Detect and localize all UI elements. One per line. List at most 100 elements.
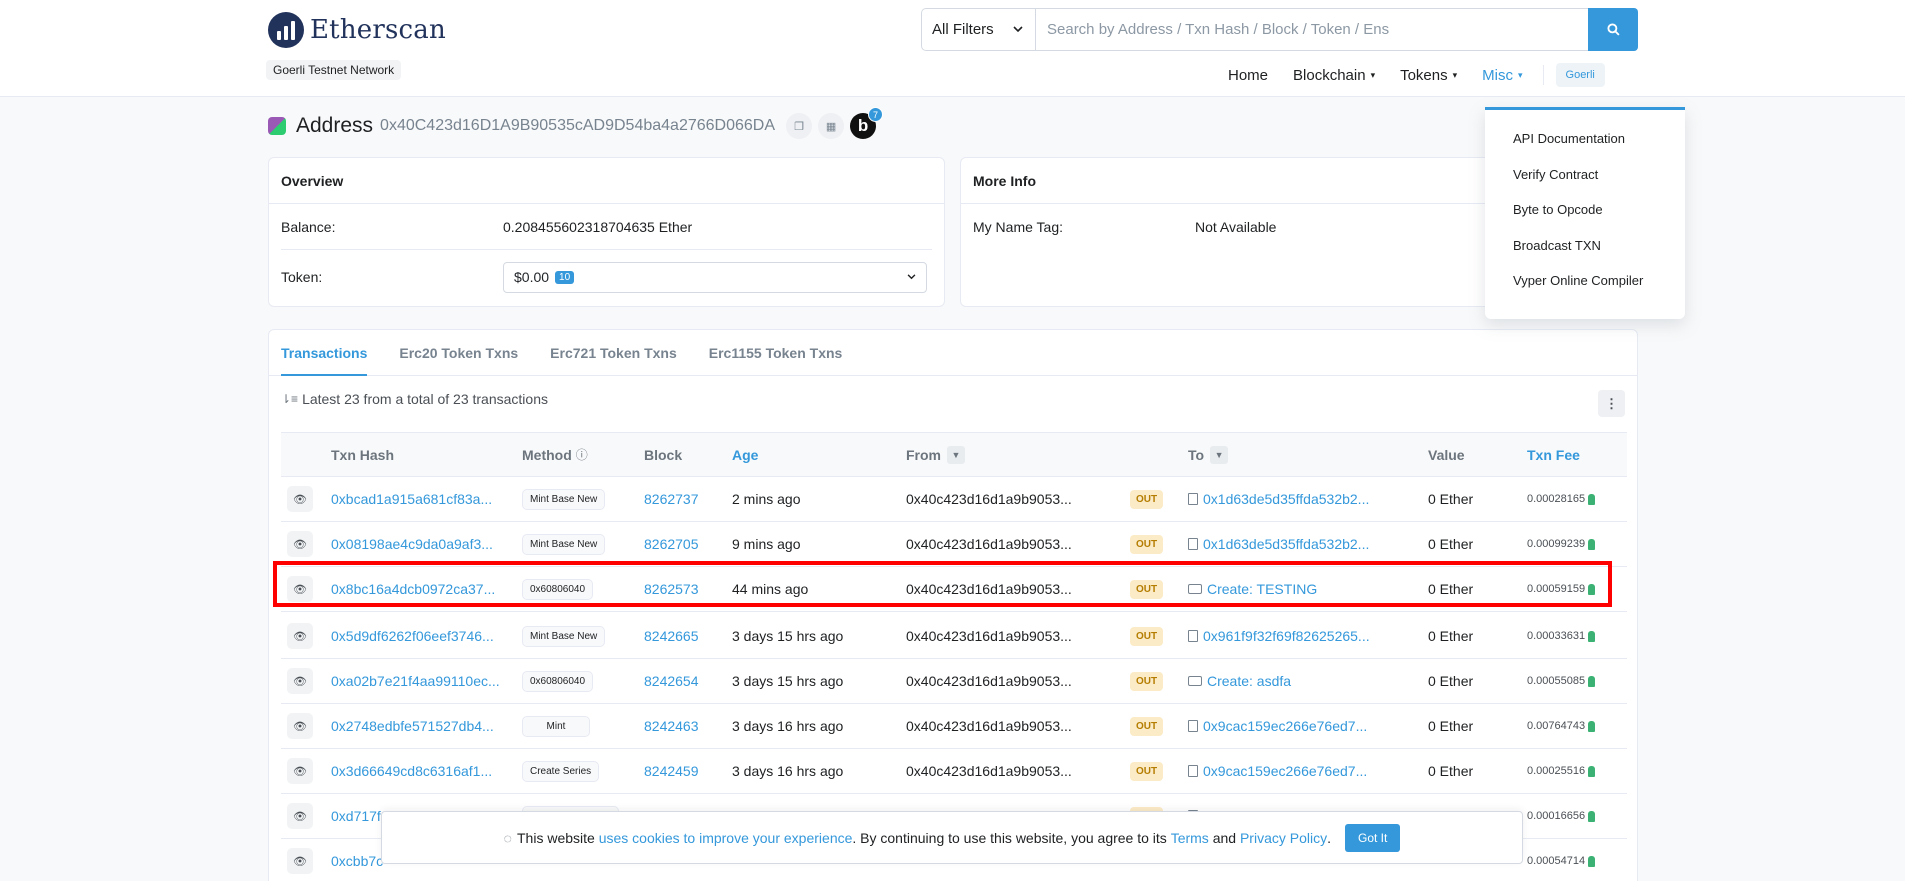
view-details-button[interactable]: 👁: [287, 486, 313, 512]
tab-erc721-token-txns[interactable]: Erc721 Token Txns: [550, 330, 677, 375]
view-details-button[interactable]: 👁: [287, 758, 313, 784]
to-cell: 0x9cac159ec266e76ed7...: [1188, 704, 1367, 748]
filter-select[interactable]: All Filters: [922, 9, 1036, 50]
block-link[interactable]: 8242654: [644, 659, 699, 703]
nav-misc[interactable]: Misc ▾: [1482, 67, 1522, 84]
to-address-link[interactable]: 0x1d63de5d35ffda532b2...: [1203, 491, 1369, 507]
txn-hash-link[interactable]: 0xcbb7c: [331, 839, 383, 881]
value-cell: 0 Ether: [1428, 628, 1474, 644]
privacy-policy-link[interactable]: Privacy Policy: [1240, 830, 1327, 846]
balance-value: 0.208455602318704635 Ether: [503, 218, 693, 235]
etherscan-logo[interactable]: Etherscan: [268, 12, 446, 48]
age-cell: 3 days 15 hrs ago: [732, 628, 844, 644]
nav-blockchain[interactable]: Blockchain ▾: [1293, 67, 1375, 84]
from-address: 0x40c423d16d1a9b9053...: [906, 763, 1072, 779]
menu-item-verify-contract[interactable]: Verify Contract: [1485, 167, 1685, 203]
qr-code-button[interactable]: ▦: [818, 113, 845, 139]
to-cell: Create: asdfa: [1188, 659, 1291, 703]
cookie-text-3: and: [1212, 829, 1237, 846]
view-details-button[interactable]: 👁: [287, 848, 313, 874]
block-link[interactable]: 8242459: [644, 749, 699, 793]
txn-hash-link[interactable]: 0x5d9df6262f06eef3746...: [331, 614, 494, 658]
eye-icon: 👁: [293, 583, 307, 596]
site-header: Etherscan Goerli Testnet Network All Fil…: [0, 0, 1905, 97]
to-address-link[interactable]: Create: TESTING: [1207, 581, 1317, 597]
age-cell: 3 days 15 hrs ago: [732, 673, 844, 689]
cookie-policy-link[interactable]: uses cookies to improve your experience: [599, 830, 853, 846]
menu-item-vyper-compiler[interactable]: Vyper Online Compiler: [1485, 273, 1685, 309]
filter-icon[interactable]: ▼: [1210, 445, 1229, 464]
view-details-button[interactable]: 👁: [287, 531, 313, 557]
txn-hash-link[interactable]: 0x2748edbfe571527db4...: [331, 704, 494, 748]
menu-item-api-documentation[interactable]: API Documentation: [1485, 131, 1685, 167]
txn-hash-link[interactable]: 0xa02b7e21f4aa99110ec...: [331, 659, 500, 703]
blockscan-chat-button[interactable]: b 7: [850, 107, 884, 139]
value-cell: 0 Ether: [1428, 718, 1474, 734]
view-details-button[interactable]: 👁: [287, 623, 313, 649]
logo-text: Etherscan: [310, 15, 446, 45]
block-link[interactable]: 8262737: [644, 477, 699, 521]
chevron-down-icon: ▾: [1517, 69, 1523, 80]
search-icon: [1606, 23, 1620, 36]
menu-item-byte-to-opcode[interactable]: Byte to Opcode: [1485, 202, 1685, 238]
view-details-button[interactable]: 👁: [287, 803, 313, 829]
value-cell: 0 Ether: [1428, 581, 1474, 597]
block-link[interactable]: 8242665: [644, 614, 699, 658]
eye-icon: 👁: [293, 765, 307, 778]
method-badge: Mint Base New: [522, 489, 606, 510]
to-cell: 0x1d63de5d35ffda532b2...: [1188, 522, 1369, 566]
tab-erc20-token-txns[interactable]: Erc20 Token Txns: [399, 330, 518, 375]
to-address-link[interactable]: 0x9cac159ec266e76ed7...: [1203, 718, 1367, 734]
col-age[interactable]: Age: [732, 433, 758, 476]
block-link[interactable]: 8262705: [644, 522, 699, 566]
tab-erc1155-token-txns[interactable]: Erc1155 Token Txns: [709, 330, 843, 375]
block-link[interactable]: 8262573: [644, 567, 699, 611]
block-link[interactable]: 8242463: [644, 704, 699, 748]
view-details-button[interactable]: 👁: [287, 576, 313, 602]
got-it-button[interactable]: Got It: [1344, 823, 1401, 852]
tab-bar: Transactions Erc20 Token Txns Erc721 Tok…: [269, 330, 1637, 376]
to-address-link[interactable]: 0x961f9f32f69f82625265...: [1203, 628, 1370, 644]
to-address-link[interactable]: Create: asdfa: [1207, 673, 1291, 689]
token-holdings-dropdown[interactable]: $0.00 10: [503, 261, 927, 293]
table-row: 👁 0xa02b7e21f4aa99110ec... 0x60806040 82426…: [281, 659, 1627, 704]
txn-hash-link[interactable]: 0x08198ae4c9da0a9af3...: [331, 522, 493, 566]
txn-hash-link[interactable]: 0x8bc16a4dcb0972ca37...: [331, 567, 495, 611]
search-button[interactable]: [1588, 8, 1638, 51]
to-address-link[interactable]: 0x9cac159ec266e76ed7...: [1203, 763, 1367, 779]
nav-home[interactable]: Home: [1228, 67, 1268, 84]
network-switch-button[interactable]: Goerli: [1555, 63, 1605, 87]
search-input[interactable]: [1036, 9, 1588, 50]
misc-dropdown-menu: API Documentation Verify Contract Byte t…: [1485, 107, 1685, 319]
method-badge: Mint: [522, 716, 590, 737]
view-details-button[interactable]: 👁: [287, 668, 313, 694]
to-address-link[interactable]: 0x1d63de5d35ffda532b2...: [1203, 536, 1369, 552]
gas-price-icon: [1588, 675, 1596, 687]
tab-transactions[interactable]: Transactions: [281, 330, 368, 376]
txn-hash-link[interactable]: 0x3d66649cd8c6316af1...: [331, 749, 492, 793]
gas-price-icon: [1588, 630, 1596, 642]
eye-icon: 👁: [293, 538, 307, 551]
gas-price-icon: [1588, 583, 1596, 595]
nav-tokens[interactable]: Tokens ▾: [1400, 67, 1457, 84]
method-badge: Mint Base New: [522, 534, 606, 555]
fee-value: 0.00028165: [1527, 493, 1586, 505]
gas-price-icon: [1588, 765, 1596, 777]
token-label: Token:: [281, 269, 323, 285]
fee-cell: 0.00054714: [1527, 839, 1596, 881]
fee-cell: 0.00016656: [1527, 794, 1596, 838]
nav-divider: [1542, 65, 1544, 85]
eye-icon: 👁: [293, 855, 307, 868]
copy-button[interactable]: ❐: [786, 113, 813, 139]
to-cell: Create: TESTING: [1188, 567, 1317, 611]
txn-hash-link[interactable]: 0xbcad1a915a681cf83a...: [331, 477, 492, 521]
document-icon: [1188, 630, 1198, 642]
more-options-button[interactable]: ⋮: [1598, 390, 1625, 417]
network-badge: Goerli Testnet Network: [266, 60, 402, 80]
view-details-button[interactable]: 👁: [287, 713, 313, 739]
fee-cell: 0.00059159: [1527, 567, 1596, 611]
filter-icon[interactable]: ▼: [947, 445, 965, 464]
col-txn-fee[interactable]: Txn Fee: [1527, 433, 1580, 476]
menu-item-broadcast-txn[interactable]: Broadcast TXN: [1485, 238, 1685, 274]
terms-link[interactable]: Terms: [1171, 830, 1209, 846]
